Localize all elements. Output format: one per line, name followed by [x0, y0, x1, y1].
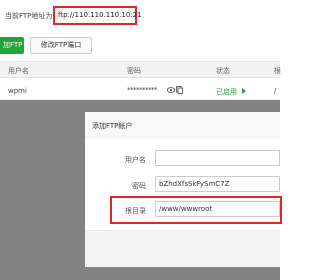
row-status[interactable]: 已启用	[216, 87, 237, 97]
copy-icon[interactable]	[176, 86, 183, 94]
row-root-path[interactable]: /	[274, 87, 276, 95]
ftp-address-label: 当前FTP地址为：	[5, 12, 60, 20]
eye-icon[interactable]	[167, 87, 175, 93]
password-field[interactable]	[155, 176, 280, 192]
column-password[interactable]: 密码	[127, 66, 141, 76]
username-field[interactable]	[155, 150, 280, 166]
username-label: 用户名	[125, 156, 146, 164]
add-ftp-button[interactable]: 加FTP	[0, 37, 24, 54]
change-ftp-port-button[interactable]: 修改FTP端口	[30, 37, 92, 54]
password-label: 密码	[132, 182, 146, 190]
row-password: **********	[127, 86, 158, 94]
root-path-label: 根目录	[125, 207, 146, 215]
column-status[interactable]: 状态	[216, 66, 230, 76]
root-path-field[interactable]	[155, 201, 280, 217]
column-username[interactable]: 用户名	[8, 66, 29, 76]
ftp-address-value: ftp://110.110.110.10:21	[58, 11, 142, 19]
column-root[interactable]: 根	[274, 66, 281, 76]
row-username: wpmi	[8, 87, 27, 95]
play-icon	[242, 88, 246, 94]
modal-title: 添加FTP帐户	[92, 122, 133, 130]
modal-footer	[85, 230, 280, 267]
